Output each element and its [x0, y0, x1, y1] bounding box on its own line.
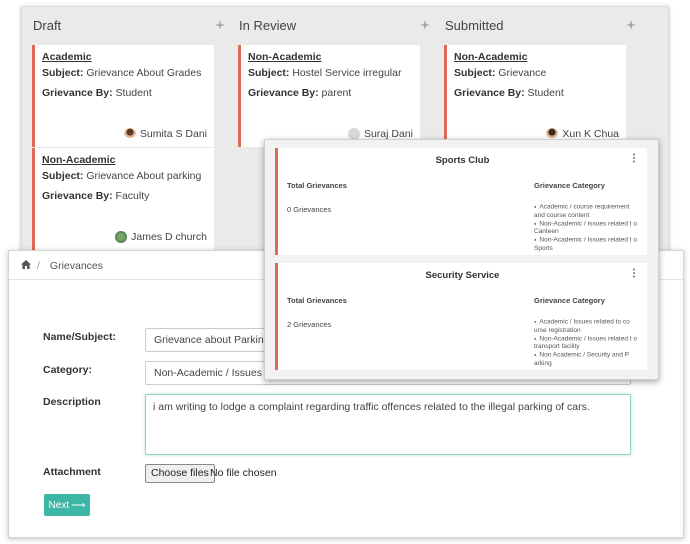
category-card-title: Security Service: [425, 270, 500, 281]
card-subject: Hostel Service irregular: [292, 67, 402, 79]
column-submitted: Submitted +: [434, 7, 635, 43]
grievance-by-label: Grievance By:: [42, 190, 113, 202]
card-type: Academic: [42, 51, 92, 63]
subject-label: Subject:: [454, 67, 496, 79]
grievance-count: 2 Grievances: [287, 320, 332, 329]
category-item: Non-Academic / Issues related t o transp…: [534, 335, 638, 352]
next-button[interactable]: Next ⟶: [44, 494, 90, 516]
card-by: Student: [527, 87, 564, 99]
card-owner: Sumita S Dani: [123, 128, 207, 140]
category-card[interactable]: Sports Club ⋮ Total Grievances Grievance…: [275, 148, 647, 255]
next-label: Next: [48, 499, 70, 511]
description-textarea[interactable]: i am writing to lodge a complaint regard…: [145, 394, 631, 455]
total-grievances-header: Total Grievances: [287, 181, 347, 190]
plus-icon[interactable]: +: [418, 17, 432, 34]
card-subject: Grievance About parking: [86, 170, 202, 182]
home-icon[interactable]: [21, 260, 31, 272]
kebab-menu-icon[interactable]: ⋮: [629, 268, 639, 279]
category-label: Category:: [43, 364, 93, 376]
card-type: Non-Academic: [248, 51, 322, 63]
category-item: Academic / Issues related to co urse reg…: [534, 318, 638, 335]
category-list: Academic / Issues related to co urse reg…: [534, 318, 638, 368]
owner-name: Sumita S Dani: [139, 128, 207, 140]
grievance-category-header: Grievance Category: [534, 181, 605, 190]
card-by: Student: [115, 87, 152, 99]
description-label: Description: [43, 396, 101, 408]
category-list: Academic / course requirement and course…: [534, 203, 638, 253]
column-draft: Draft +: [22, 7, 224, 43]
owner-name: James D church: [131, 231, 207, 243]
subject-label: Subject:: [248, 67, 290, 79]
card-by: Faculty: [115, 190, 150, 202]
avatar: [115, 231, 128, 243]
card-by: parent: [321, 87, 352, 99]
category-item: Academic / course requirement and course…: [534, 203, 638, 220]
grievance-card[interactable]: Academic Subject: Grievance About Grades…: [32, 45, 214, 147]
grievance-card[interactable]: Non-Academic Subject: Grievance About pa…: [32, 148, 214, 250]
category-item: Non Academic / Security and P arking: [534, 351, 638, 368]
category-card[interactable]: Security Service ⋮ Total Grievances Grie…: [275, 263, 647, 370]
kebab-menu-icon[interactable]: ⋮: [629, 153, 639, 164]
grievance-count: 0 Grievances: [287, 205, 332, 214]
grievance-by-label: Grievance By:: [42, 87, 113, 99]
category-item: Non-Academic / Issues related t o Cantee…: [534, 220, 638, 237]
subject-label: Subject:: [42, 67, 84, 79]
file-status: No file chosen: [210, 467, 277, 479]
choose-files-button[interactable]: Choose files: [145, 464, 215, 483]
total-grievances-header: Total Grievances: [287, 296, 347, 305]
category-popup: Sports Club ⋮ Total Grievances Grievance…: [264, 139, 659, 380]
plus-icon[interactable]: +: [213, 17, 227, 34]
column-title: Draft: [33, 17, 62, 33]
card-type: Non-Academic: [42, 154, 116, 166]
grievance-category-header: Grievance Category: [534, 296, 605, 305]
card-subject: Grievance About Grades: [86, 67, 202, 79]
card-subject: Grievance: [498, 67, 547, 79]
breadcrumb-separator: /: [37, 260, 40, 272]
avatar: [123, 128, 136, 140]
breadcrumb-current: Grievances: [49, 260, 104, 272]
column-in-review: In Review +: [228, 7, 429, 43]
subject-label: Subject:: [42, 170, 84, 182]
grievance-card[interactable]: Non-Academic Subject: Grievance Grievanc…: [444, 45, 626, 147]
category-card-title: Sports Club: [435, 155, 490, 166]
name-label: Name/Subject:: [43, 331, 116, 343]
grievance-by-label: Grievance By:: [248, 87, 319, 99]
grievance-card[interactable]: Non-Academic Subject: Hostel Service irr…: [238, 45, 420, 147]
column-title: Submitted: [445, 17, 504, 33]
grievance-by-label: Grievance By:: [454, 87, 525, 99]
attachment-label: Attachment: [43, 466, 101, 478]
arrow-right-icon: ⟶: [71, 499, 86, 511]
column-title: In Review: [239, 17, 297, 33]
card-type: Non-Academic: [454, 51, 528, 63]
category-item: Non-Academic / Issues related t o Sports: [534, 236, 638, 253]
plus-icon[interactable]: +: [624, 17, 638, 34]
card-owner: James D church: [115, 231, 207, 243]
breadcrumb: / Grievances: [21, 260, 103, 272]
